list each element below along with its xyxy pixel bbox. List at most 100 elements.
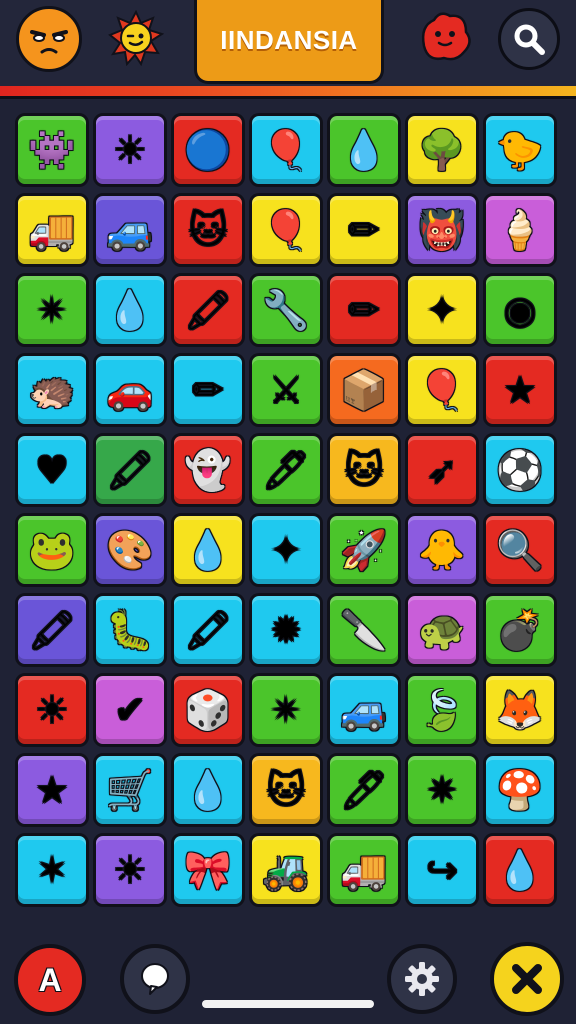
tile-blue-balloon-face[interactable]: 🎈 xyxy=(249,193,323,267)
tile-wrench-tool[interactable]: 🔧 xyxy=(249,273,323,347)
tile-yellow-cat-creature[interactable]: 🐱 xyxy=(171,193,245,267)
purple-pinwheel-icon: ✦ xyxy=(426,288,458,332)
tile-orange-spiky-sun[interactable]: ✹ xyxy=(249,593,323,667)
tile-blue-bomb[interactable]: 💣 xyxy=(483,593,557,667)
tile-red-jeep[interactable]: 🚙 xyxy=(327,673,401,747)
tile-yellow-blob-face[interactable]: 🐥 xyxy=(405,513,479,587)
tile-red-balloon-face[interactable]: 🎈 xyxy=(249,113,323,187)
tile-green-pencil[interactable]: ✏ xyxy=(327,273,401,347)
settings-button[interactable] xyxy=(387,944,457,1014)
a-letter-icon: A xyxy=(38,961,62,998)
orange-cat-creature-icon: 🦊 xyxy=(496,688,544,732)
tile-paint-palette-box[interactable]: 🎨 xyxy=(93,513,167,587)
tile-purple-drop-face[interactable]: 💧 xyxy=(483,833,557,907)
tile-pink-cat-creature[interactable]: 🐱 xyxy=(249,753,323,827)
pink-blob-creature-icon: 👾 xyxy=(28,128,76,172)
tile-striped-cone[interactable]: 🍦 xyxy=(483,193,557,267)
tile-orange-star-shape[interactable]: ✴ xyxy=(249,673,323,747)
tile-blue-crayon[interactable]: 🖍 xyxy=(15,593,89,667)
tile-blue-car[interactable]: 🚙 xyxy=(93,193,167,267)
red-car-icon: 🚗 xyxy=(106,368,154,412)
tile-purple-pencil[interactable]: ✏ xyxy=(171,353,245,427)
green-arrow-pencil-icon: ➶ xyxy=(426,448,458,492)
tile-blue-monster-face[interactable]: 👹 xyxy=(405,193,479,267)
tile-orange-cat-creature[interactable]: 🦊 xyxy=(483,673,557,747)
tile-yellow-creature[interactable]: 🐤 xyxy=(483,113,557,187)
tile-yellow-drop-face[interactable]: 💧 xyxy=(93,273,167,347)
tile-blue-cart[interactable]: 🛒 xyxy=(93,753,167,827)
tile-yellow-curved-arrow[interactable]: ↪ xyxy=(405,833,479,907)
tile-green-tractor[interactable]: 🚜 xyxy=(249,833,323,907)
tile-striped-ball[interactable]: ⚽ xyxy=(483,433,557,507)
tile-yellow-starburst[interactable]: ✷ xyxy=(405,753,479,827)
tile-yellow-drop-face[interactable]: 💧 xyxy=(171,753,245,827)
tile-dice-cube[interactable]: 🎲 xyxy=(171,673,245,747)
tile-pink-blob-creature[interactable]: 👾 xyxy=(15,113,89,187)
tile-red-pocket-knife[interactable]: 🔪 xyxy=(327,593,401,667)
tile-green-bush[interactable]: 🌳 xyxy=(405,113,479,187)
striped-ball-icon: ⚽ xyxy=(496,448,544,492)
tile-striped-ribbon-ball[interactable]: 🎀 xyxy=(171,833,245,907)
tile-yellow-star[interactable]: ★ xyxy=(483,353,557,427)
yellow-frog-face-icon: 🐸 xyxy=(28,528,76,572)
tile-blue-rocket[interactable]: 🚀 xyxy=(327,513,401,587)
tile-orange-spiky-creature[interactable]: 🦔 xyxy=(15,353,89,427)
striped-cone-icon: 🍦 xyxy=(496,208,544,252)
tile-green-creature[interactable]: 🐢 xyxy=(405,593,479,667)
tile-pinwheel-star[interactable]: ✦ xyxy=(249,513,323,587)
tile-yellow-sun-face[interactable]: ☀ xyxy=(93,833,167,907)
crossed-swords-icon: ⚔ xyxy=(268,368,304,412)
tile-red-marker[interactable]: 🖊 xyxy=(327,753,401,827)
tile-purple-truck[interactable]: 🚚 xyxy=(327,833,401,907)
tile-yellow-frog-face[interactable]: 🐸 xyxy=(15,513,89,587)
tile-pink-drop-face[interactable]: 💧 xyxy=(171,513,245,587)
blue-rocket-icon: 🚀 xyxy=(340,528,388,572)
icon-grid: 👾 ☀ 🔵 🎈 💧 🌳 🐤 🚚 🚙 🐱 🎈 ✏ 👹 🍦 ✴ 💧 🖍 🔧 ✏ ✦ ◉ 🦔 🚗 ✏ ⚔ 📦 🎈 ★ ♥ 🖍 👻 🖊 🐱 ➶ ⚽ 🐸 🎨 💧 ✦ 🚀… xyxy=(15,113,557,907)
pink-balloon-icon: 🎈 xyxy=(418,368,466,412)
tile-pink-balloon[interactable]: 🎈 xyxy=(405,353,479,427)
tile-green-arrow-pencil[interactable]: ➶ xyxy=(405,433,479,507)
home-indicator[interactable] xyxy=(202,1000,374,1008)
tile-orange-crayon[interactable]: 🖍 xyxy=(93,433,167,507)
tile-orange-sun-face[interactable]: ☀ xyxy=(15,673,89,747)
tile-yellow-star[interactable]: ★ xyxy=(15,753,89,827)
tile-red-car[interactable]: 🚗 xyxy=(93,353,167,427)
tile-yellow-check-badge[interactable]: ✔ xyxy=(93,673,167,747)
tile-purple-crayon[interactable]: 🖍 xyxy=(171,273,245,347)
tile-magnifier[interactable]: 🔍 xyxy=(483,513,557,587)
red-creature-badge[interactable] xyxy=(414,6,476,68)
red-marker-icon: 🖊 xyxy=(339,768,389,812)
chat-button[interactable] xyxy=(120,944,190,1014)
tile-orange-cat-creature[interactable]: 🐱 xyxy=(327,433,401,507)
red-jeep-icon: 🚙 xyxy=(340,688,388,732)
tile-purple-marker[interactable]: 🖊 xyxy=(249,433,323,507)
yellow-check-badge-icon: ✔ xyxy=(114,688,146,732)
tile-yellow-star-face[interactable]: ✶ xyxy=(15,833,89,907)
tile-pink-blob-face[interactable]: 👻 xyxy=(171,433,245,507)
tile-yellow-box[interactable]: 📦 xyxy=(327,353,401,427)
close-button[interactable] xyxy=(490,942,564,1016)
tile-pink-heart[interactable]: ♥ xyxy=(15,433,89,507)
wrench-tool-icon: 🔧 xyxy=(262,288,310,332)
tile-blue-crayon[interactable]: ✏ xyxy=(327,193,401,267)
tile-red-sun-face[interactable]: ☀ xyxy=(93,113,167,187)
a-button[interactable]: A xyxy=(14,944,86,1016)
tile-green-caterpillar[interactable]: 🐛 xyxy=(93,593,167,667)
tile-green-leaf-blob[interactable]: 🍃 xyxy=(405,673,479,747)
tile-purple-pinwheel[interactable]: ✦ xyxy=(405,273,479,347)
search-button[interactable] xyxy=(498,8,560,70)
blue-crayon-icon: 🖍 xyxy=(27,608,77,652)
tile-crossed-swords[interactable]: ⚔ xyxy=(249,353,323,427)
tile-orange-star-shape[interactable]: ✴ xyxy=(15,273,89,347)
avatar-button[interactable] xyxy=(16,6,82,72)
green-tractor-icon: 🚜 xyxy=(262,848,310,892)
tile-blue-ball-face[interactable]: 🔵 xyxy=(171,113,245,187)
tile-yellow-drop-face[interactable]: 💧 xyxy=(327,113,401,187)
tile-green-crayon[interactable]: 🖍 xyxy=(171,593,245,667)
sun-badge[interactable] xyxy=(108,10,164,66)
tile-yellow-orb[interactable]: ◉ xyxy=(483,273,557,347)
purple-truck-icon: 🚚 xyxy=(340,848,388,892)
yellow-star-icon: ★ xyxy=(502,368,538,412)
tile-purple-truck[interactable]: 🚚 xyxy=(15,193,89,267)
tile-orange-mushroom-face[interactable]: 🍄 xyxy=(483,753,557,827)
